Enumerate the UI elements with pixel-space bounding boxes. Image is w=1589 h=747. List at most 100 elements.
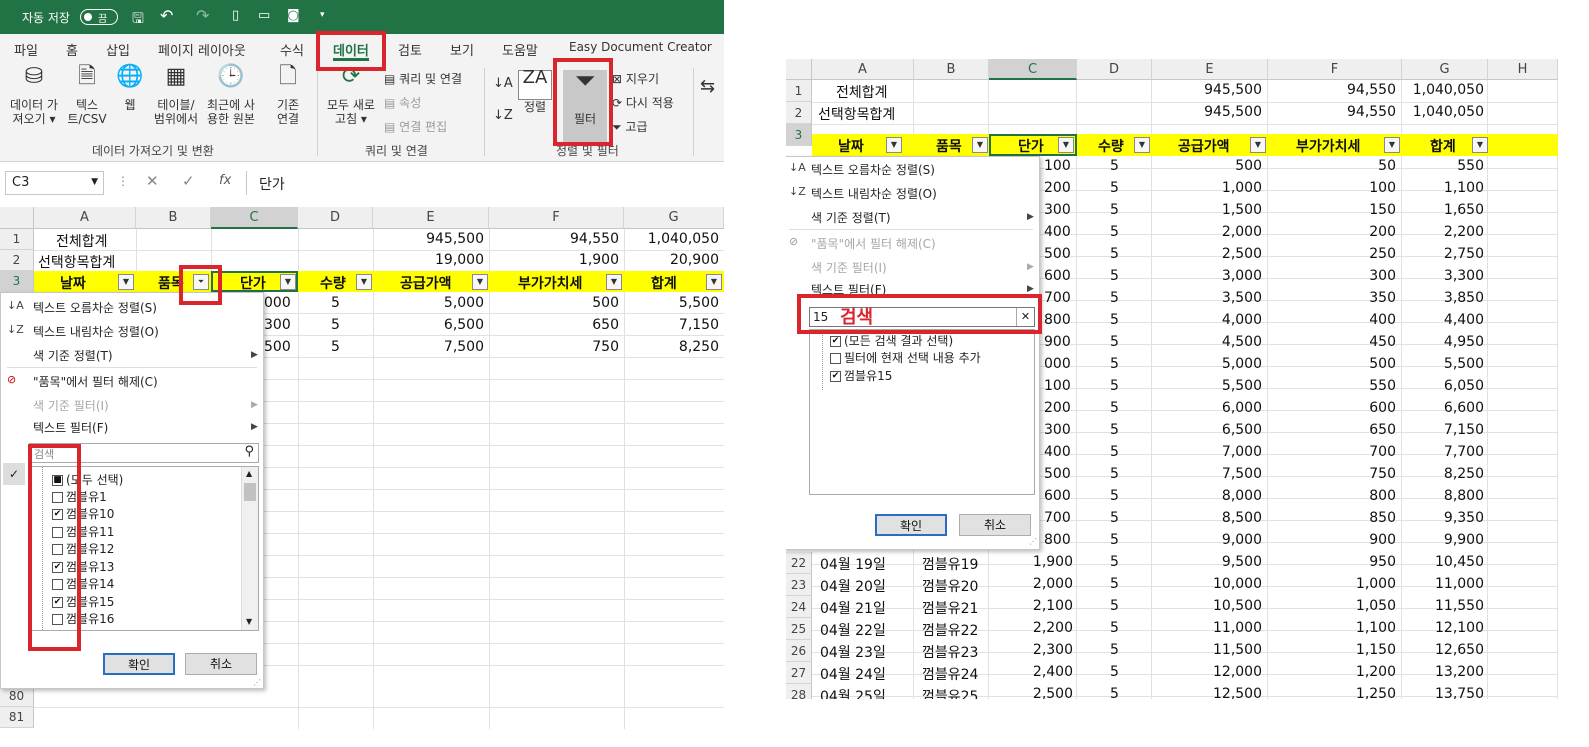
filter-dropdown[interactable]: ▼ [1384,137,1400,153]
menu-color-sort[interactable]: 색 기준 정렬(T) [33,347,113,364]
cell-e[interactable]: 6,000 [1156,400,1262,416]
tab-insert[interactable]: 삽입 [106,40,130,59]
redo-icon[interactable]: ↷ [196,6,209,25]
queries-connections-button[interactable]: ▤ 쿼리 및 연결 [384,70,462,87]
list-item[interactable]: 껌블유16 [52,610,114,627]
filter-dropdown[interactable]: ▼ [1134,137,1150,153]
cell-g[interactable]: 8,250 [629,339,719,355]
cell-c[interactable]: 1,900 [993,554,1073,570]
menu-sort-asc[interactable]: 텍스트 오름차순 정렬(S) [811,161,935,178]
filter-dropdown[interactable]: ▼ [972,137,988,153]
cell-e2[interactable]: 945,500 [1156,104,1262,120]
menu-text-filter[interactable]: 텍스트 필터(F) [33,419,108,436]
cell-f2[interactable]: 1,900 [494,252,619,268]
header-item[interactable]: 품목 [158,273,184,293]
cell-e1[interactable]: 945,500 [1156,82,1262,98]
cell-a[interactable]: 04월 25일 [820,686,886,699]
cell-f[interactable]: 500 [494,295,619,311]
cell-c[interactable]: 300 [1044,422,1071,438]
name-box[interactable]: C3 ▼ [5,171,104,195]
cell-c[interactable]: 200 [1044,180,1071,196]
cell-f[interactable]: 300 [1272,268,1396,284]
row-header[interactable]: 2 [786,102,812,124]
col-header-g[interactable]: G [1402,59,1488,80]
cell-g[interactable]: 550 [1406,158,1484,174]
cell-a1[interactable]: 전체합계 [836,82,888,102]
cell-b[interactable]: 껌블유25 [922,686,978,699]
new-file-icon[interactable]: ▯ [232,8,239,23]
col-header-b[interactable]: B [136,207,211,229]
cell-d[interactable]: 5 [1110,312,1119,328]
cell-g[interactable]: 6,600 [1406,400,1484,416]
cell-b[interactable]: 껌블유21 [922,598,978,618]
cell-g[interactable]: 1,650 [1406,202,1484,218]
cell-g[interactable]: 9,350 [1406,510,1484,526]
cell-d[interactable]: 5 [1110,378,1119,394]
cell-g[interactable]: 3,300 [1406,268,1484,284]
insert-function-icon[interactable]: fx [219,173,231,188]
cell-g[interactable]: 9,900 [1406,532,1484,548]
cell-c[interactable]: 300 [1044,202,1071,218]
cell-g[interactable]: 7,700 [1406,444,1484,460]
get-data-button[interactable]: ⛁ 데이터 가 져오기 ▾ [6,66,62,127]
cell-e[interactable]: 7,500 [1156,466,1262,482]
cell-d[interactable]: 5 [331,317,340,333]
cell-d[interactable]: 5 [1110,422,1119,438]
col-header-d[interactable]: D [1077,59,1152,80]
confirm-entry-icon[interactable]: ✓ [182,172,195,190]
cell-d[interactable]: 5 [1110,246,1119,262]
filter-dropdown-qty[interactable]: ▼ [356,274,372,290]
cancel-button[interactable]: 취소 [959,514,1031,536]
list-item[interactable]: 껌블유14 [52,575,114,592]
cell-d[interactable]: 5 [1110,642,1119,658]
list-item[interactable]: ✔ 껌블유13 [52,558,114,575]
cell-d[interactable]: 5 [1110,444,1119,460]
cell-e[interactable]: 5,500 [1156,378,1262,394]
cell-f[interactable]: 200 [1272,224,1396,240]
cell-c[interactable]: 000 [1044,356,1071,372]
filter-dropdown[interactable]: ▼ [886,137,902,153]
cell-f1[interactable]: 94,550 [1272,82,1396,98]
close-icon[interactable]: ✕ [1016,308,1034,326]
cell-f[interactable]: 550 [1272,378,1396,394]
cell-g[interactable]: 1,100 [1406,180,1484,196]
cell-a1[interactable]: 전체합계 [56,231,108,251]
menu-clear-filter[interactable]: "품목"에서 필터 해제(C) [33,373,158,390]
row-header[interactable]: 2 [0,250,34,271]
cell-d[interactable]: 5 [1110,686,1119,699]
tab-help[interactable]: 도움말 [502,40,538,59]
cell-g[interactable]: 4,950 [1406,334,1484,350]
open-folder-icon[interactable]: ▭ [258,8,270,23]
cell-g[interactable]: 6,050 [1406,378,1484,394]
cell-e[interactable]: 5,000 [1156,356,1262,372]
cell-g[interactable]: 12,650 [1406,642,1484,658]
cell-a[interactable]: 04월 23일 [820,642,886,662]
list-item[interactable]: 껌블유1 [52,488,107,505]
col-header-h[interactable]: H [1488,59,1558,80]
row-header[interactable]: 1 [0,229,34,250]
cell-c[interactable]: 500 [264,339,291,355]
cell-f[interactable]: 250 [1272,246,1396,262]
row-header[interactable]: 25 [786,618,812,640]
cell-c[interactable]: 400 [1044,444,1071,460]
cell-e[interactable]: 8,000 [1156,488,1262,504]
cell-g1[interactable]: 1,040,050 [629,231,719,247]
cell-e[interactable]: 1,000 [1156,180,1262,196]
cell-f[interactable]: 900 [1272,532,1396,548]
cell-e[interactable]: 11,000 [1156,620,1262,636]
cell-a[interactable]: 04월 24일 [820,664,886,684]
cell-g[interactable]: 2,200 [1406,224,1484,240]
cell-b[interactable]: 껌블유19 [922,554,978,574]
cell-f[interactable]: 450 [1272,334,1396,350]
cell-f2[interactable]: 94,550 [1272,104,1396,120]
cell-a[interactable]: 04월 19일 [820,554,886,574]
cell-a[interactable]: 04월 22일 [820,620,886,640]
existing-connections-button[interactable]: 🗋 기존 연결 [266,66,310,127]
menu-color-filter[interactable]: 색 기준 필터(I) [811,259,887,276]
cell-e[interactable]: 12,000 [1156,664,1262,680]
cell-f[interactable]: 950 [1272,554,1396,570]
table-header[interactable]: 공급가액 [1178,136,1230,156]
cell-e2[interactable]: 19,000 [378,252,484,268]
cell-e[interactable]: 6,500 [378,317,484,333]
refresh-all-button[interactable]: ⟳ 모두 새로 고침 ▾ [322,66,380,127]
